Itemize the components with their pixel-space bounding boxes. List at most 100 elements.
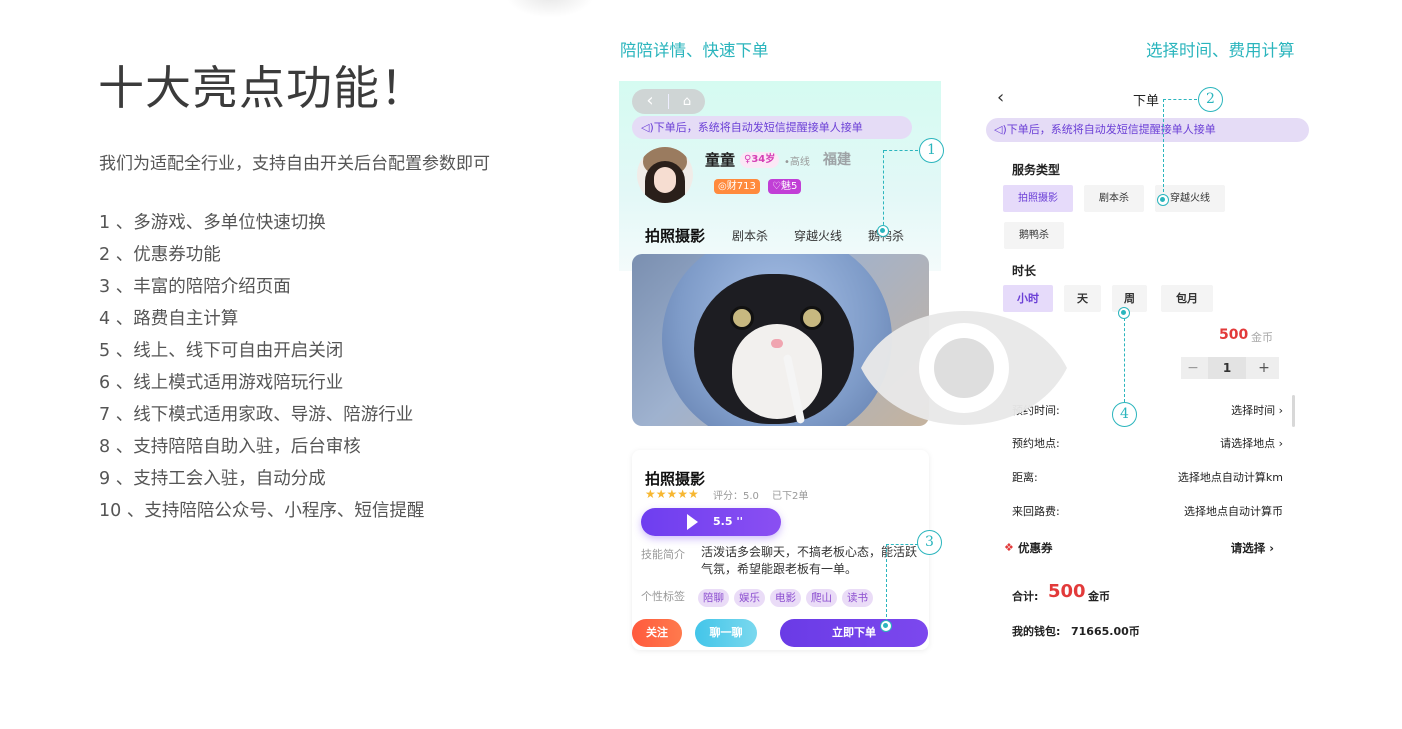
duration-option-day[interactable]: 天 [1064,285,1101,312]
feature-item: 1 、多游戏、多单位快速切换 [99,213,326,233]
duration-label: 时长 [1012,264,1037,278]
quantity-value[interactable]: 1 [1208,357,1246,379]
nav-capsule: ‹ ⌂ [632,89,705,114]
appointment-place-picker[interactable]: 请选择地点 › [1220,435,1283,451]
photo-cat-nose [771,339,783,348]
duration-option-month[interactable]: 包月 [1161,285,1213,312]
tab-script-murder[interactable]: 剧本杀 [732,225,768,247]
wealth-badge: ◎财713 [714,179,760,194]
appointment-place-label: 预约地点: [1012,437,1060,450]
personal-tag: 电影 [770,589,801,607]
companion-name: 童童 [705,151,736,169]
follow-button[interactable]: 关注 [632,619,682,647]
play-icon [687,514,698,530]
callout-2-number: 2 [1198,87,1223,112]
quantity-stepper: − 1 + [1181,357,1279,379]
plus-icon[interactable]: + [1249,357,1279,379]
level-tag: •高线 [784,157,810,168]
caption-time-cost: 选择时间、费用计算 [1146,41,1295,60]
coupon-label: 优惠券 [1018,541,1053,555]
travel-fee-value: 选择地点自动计算币 [1184,505,1283,518]
order-page-title: 下单 [1133,94,1160,109]
order-now-button[interactable]: 立即下单 [780,619,928,647]
voice-intro-button[interactable]: 5.5 '' [641,508,781,536]
travel-fee-label: 来回路费: [1012,505,1060,518]
callout-3-line [886,544,887,622]
callout-4-line [1124,318,1125,402]
feature-item: 10 、支持陪陪公众号、小程序、短信提醒 [99,501,425,521]
intro-label: 技能简介 [641,548,685,561]
charm-badge: ♡魅5 [768,179,802,194]
total-unit: 金币 [1088,590,1110,603]
callout-3-line [886,544,918,545]
back-icon[interactable]: ‹ [632,89,668,114]
total-label: 合计: [1012,590,1039,603]
caption-companion-detail: 陪陪详情、快速下单 [620,41,769,60]
feature-item: 4 、路费自主计算 [99,309,239,329]
tags-label: 个性标签 [641,590,685,603]
feature-item: 3 、丰富的陪陪介绍页面 [99,277,291,297]
wallet-label: 我的钱包: [1012,625,1061,638]
coupon-select[interactable]: 请选择 › [1231,540,1274,556]
personal-tag: 娱乐 [734,589,765,607]
callout-2-line [1163,99,1164,197]
personal-tag: 陪聊 [698,589,729,607]
avatar[interactable] [637,147,693,203]
tab-crossfire[interactable]: 穿越火线 [794,225,842,247]
top-decorative-shadow [505,0,595,18]
feature-item: 6 、线上模式适用游戏陪玩行业 [99,373,344,393]
unit-price: 500 [1219,327,1249,343]
age-badge: ♀34岁 [740,152,780,168]
total-value: 500 [1048,581,1086,602]
service-option-goose-duck[interactable]: 鹅鸭杀 [1004,222,1064,249]
service-type-label: 服务类型 [1012,163,1061,177]
price-unit: 金币 [1251,331,1273,344]
callout-3-dot [880,620,892,632]
sms-notice-bar: ◁)下单后，系统将自动发短信提醒接单人接单 [632,116,912,139]
back-icon[interactable]: ‹ [997,87,1004,108]
callout-2-dot [1157,194,1169,206]
voice-duration: 5.5 '' [713,515,744,528]
eye-icon[interactable] [859,307,1069,429]
callout-1-dot [877,225,889,237]
coupon-icon: ❖ [1004,541,1014,554]
photo-cat-eye [800,306,824,330]
sms-notice-bar: ◁)下单后，系统将自动发短信提醒接单人接单 [986,118,1309,142]
photo-cat-eye [730,306,754,330]
feature-list: 1 、多游戏、多单位快速切换 2 、优惠券功能 3 、丰富的陪陪介绍页面 4 、… [99,210,424,530]
callout-4-number: 4 [1112,402,1137,427]
service-option-photography[interactable]: 拍照摄影 [1003,185,1073,212]
scrollbar[interactable] [1292,395,1295,427]
distance-value: 选择地点自动计算km [1177,471,1283,484]
feature-item: 8 、支持陪陪自助入驻，后台审核 [99,437,361,457]
chat-button[interactable]: 聊一聊 [695,619,757,647]
personal-tags: 陪聊 娱乐 电影 爬山 读书 [698,586,878,607]
wallet-balance: 71665.00币 [1071,625,1140,638]
order-count: 已下2单 [772,491,809,502]
callout-1-line [884,150,918,151]
page-subtitle: 我们为适配全行业，支持自由开关后台配置参数即可 [99,154,490,174]
feature-item: 5 、线上、线下可自由开启关闭 [99,341,344,361]
rating-score: 评分：5.0 [713,491,759,502]
callout-1-line [883,150,884,230]
feature-item: 2 、优惠券功能 [99,245,221,265]
duration-option-week[interactable]: 周 [1112,285,1147,312]
service-option-script-murder[interactable]: 剧本杀 [1084,185,1144,212]
home-icon[interactable]: ⌂ [669,89,705,114]
personal-tag: 读书 [842,589,873,607]
callout-2-line [1163,99,1197,100]
feature-item: 9 、支持工会入驻，自动分成 [99,469,326,489]
personal-tag: 爬山 [806,589,837,607]
avatar-face [654,167,676,193]
city-label: 福建 [823,152,851,168]
callout-1-number: 1 [919,138,944,163]
tab-photography[interactable]: 拍照摄影 [645,225,705,247]
star-rating-icon: ★★★★★ [645,487,699,501]
skill-title: 拍照摄影 [645,470,706,488]
intro-text: 活泼话多会聊天，不搞老板心态，能活跃气氛，希望能跟老板有一单。 [701,545,918,576]
callout-4-dot [1118,307,1130,319]
appointment-time-picker[interactable]: 选择时间 › [1231,402,1283,418]
skill-tabs: 拍照摄影 剧本杀 穿越火线 鹅鸭杀 [645,225,935,247]
page-headline: 十大亮点功能！ [98,61,427,115]
minus-icon[interactable]: − [1181,357,1205,379]
